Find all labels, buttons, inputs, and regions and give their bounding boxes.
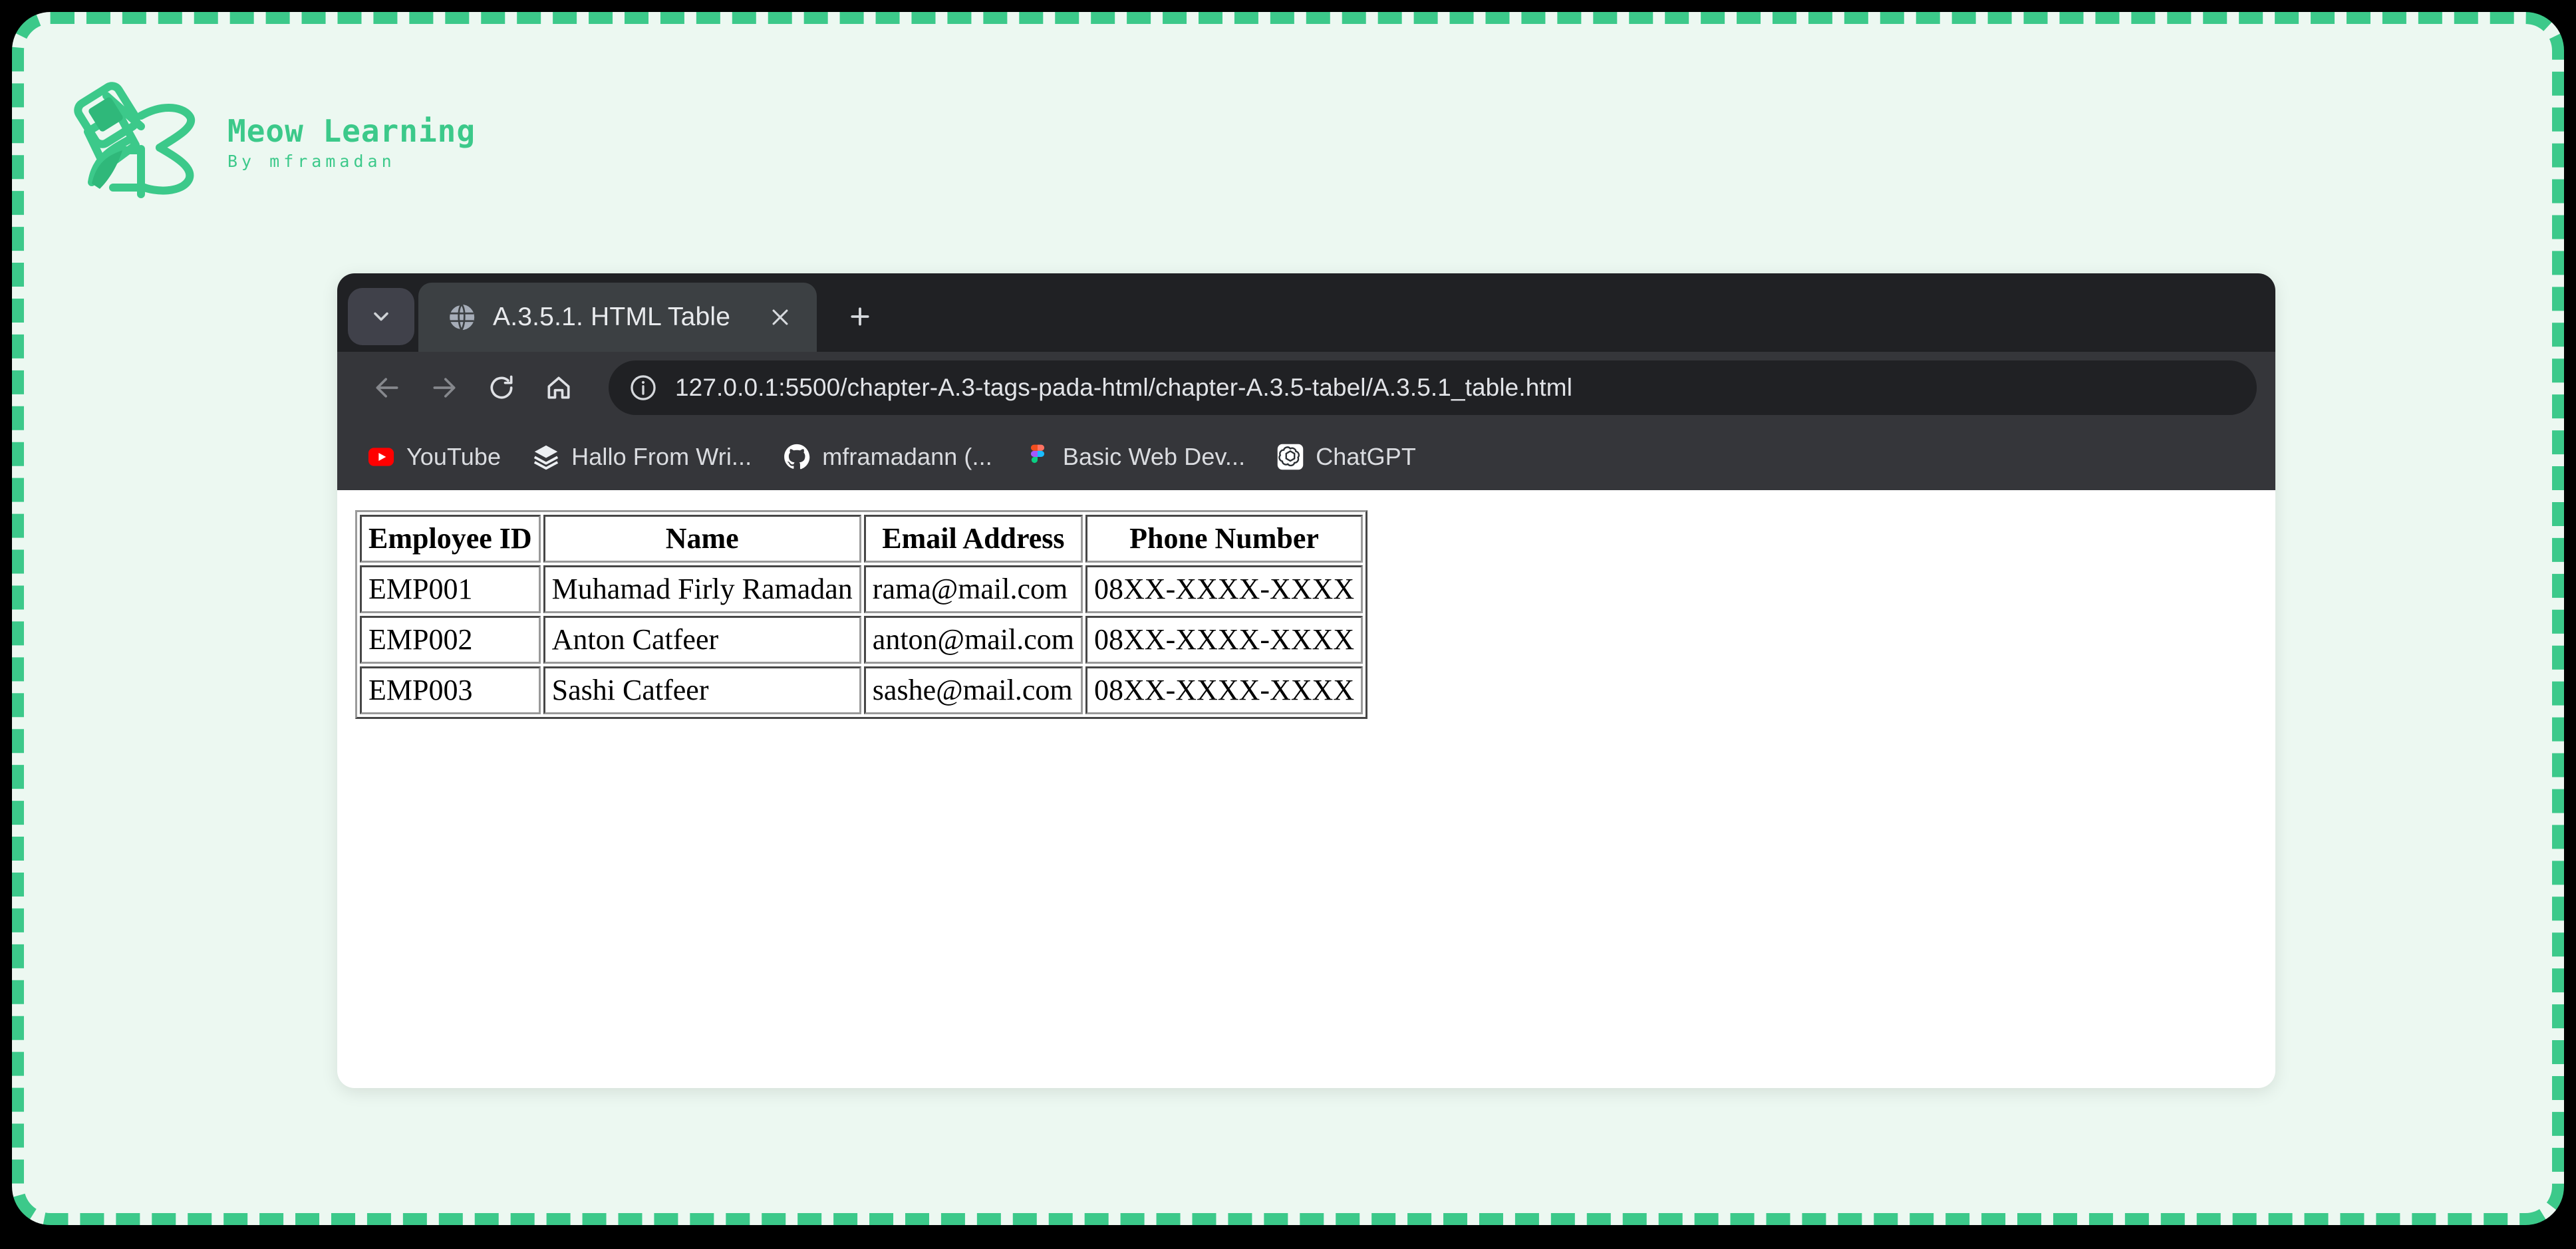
table-head: Employee ID Name Email Address Phone Num… — [360, 515, 1363, 563]
bookmark-label: YouTube — [406, 443, 501, 470]
forward-button[interactable] — [416, 359, 473, 416]
openai-icon — [1277, 444, 1304, 470]
youtube-icon — [368, 448, 394, 466]
bookmark-chatgpt[interactable]: ChatGPT — [1265, 436, 1427, 478]
plus-icon — [851, 307, 869, 326]
browser-tabstrip: A.3.5.1. HTML Table — [337, 273, 2275, 352]
browser-window: A.3.5.1. HTML Table 127.0.0.1:5500/chapt… — [337, 273, 2275, 1088]
chevron-down-icon — [374, 312, 388, 321]
browser-toolbar: 127.0.0.1:5500/chapter-A.3-tags-pada-htm… — [337, 352, 2275, 424]
table-row: EMP001 Muhamad Firly Ramadan rama@mail.c… — [360, 565, 1363, 614]
globe-icon — [448, 303, 475, 331]
table-cell-name: Muhamad Firly Ramadan — [543, 565, 861, 614]
employee-table: Employee ID Name Email Address Phone Num… — [355, 510, 1368, 720]
table-body: EMP001 Muhamad Firly Ramadan rama@mail.c… — [360, 565, 1363, 715]
layers-icon — [534, 445, 559, 470]
bookmark-label: Basic Web Dev... — [1062, 443, 1246, 470]
github-icon — [784, 444, 810, 470]
bookmark-mframadann[interactable]: mframadann (... — [772, 436, 1003, 478]
slide-canvas: Meow Learning By mframadan A.3.5.1. HTML… — [12, 12, 2564, 1225]
home-icon — [547, 376, 570, 399]
table-header-cell: Employee ID — [360, 515, 541, 563]
brand-title: Meow Learning — [227, 112, 476, 149]
reload-button[interactable] — [473, 359, 530, 416]
reload-icon — [490, 375, 513, 399]
bookmark-basic-web-dev[interactable]: Basic Web Dev... — [1012, 436, 1256, 478]
table-header-cell: Email Address — [863, 515, 1083, 563]
table-cell-phone: 08XX-XXXX-XXXX — [1085, 666, 1363, 715]
table-cell-email: rama@mail.com — [863, 565, 1083, 614]
bookmark-label: Hallo From Wri... — [571, 443, 752, 470]
tab-search-button[interactable] — [348, 288, 414, 345]
table-header-cell: Phone Number — [1085, 515, 1363, 563]
table-row: EMP003 Sashi Catfeer sashe@mail.com 08XX… — [360, 666, 1363, 715]
table-cell-name: Sashi Catfeer — [543, 666, 861, 715]
meow-learning-logo-icon — [74, 82, 195, 198]
brand-subtitle: By mframadan — [227, 151, 396, 171]
table-cell-phone: 08XX-XXXX-XXXX — [1085, 616, 1363, 664]
back-button[interactable] — [358, 359, 416, 416]
arrow-left-icon — [376, 378, 398, 398]
page-viewport: Employee ID Name Email Address Phone Num… — [337, 490, 2275, 1020]
bookmark-label: mframadann (... — [822, 443, 992, 470]
table-header-row: Employee ID Name Email Address Phone Num… — [360, 515, 1363, 563]
new-tab-button[interactable] — [834, 291, 886, 343]
bookmarks-bar: YouTube Hallo From Wri... mframadann (..… — [337, 424, 2275, 490]
table-cell-employee-id: EMP001 — [360, 565, 541, 614]
browser-tab[interactable]: A.3.5.1. HTML Table — [418, 283, 817, 352]
table-row: EMP002 Anton Catfeer anton@mail.com 08XX… — [360, 616, 1363, 664]
bookmark-label: ChatGPT — [1316, 443, 1416, 470]
close-icon — [772, 309, 788, 325]
table-cell-phone: 08XX-XXXX-XXXX — [1085, 565, 1363, 614]
arrow-right-icon — [433, 378, 456, 398]
url-text: 127.0.0.1:5500/chapter-A.3-tags-pada-htm… — [675, 374, 1573, 401]
table-cell-employee-id: EMP003 — [360, 666, 541, 715]
tab-title: A.3.5.1. HTML Table — [493, 303, 731, 331]
table-cell-name: Anton Catfeer — [543, 616, 861, 664]
tab-close-button[interactable] — [761, 298, 799, 337]
table-cell-email: anton@mail.com — [863, 616, 1083, 664]
slide-frame: Meow Learning By mframadan A.3.5.1. HTML… — [0, 0, 2576, 1237]
home-button[interactable] — [530, 359, 587, 416]
info-circle-icon[interactable] — [629, 373, 658, 402]
address-bar[interactable]: 127.0.0.1:5500/chapter-A.3-tags-pada-htm… — [609, 360, 2257, 415]
figma-icon — [1030, 444, 1044, 464]
table-cell-email: sashe@mail.com — [863, 666, 1083, 715]
brand-header: Meow Learning By mframadan — [72, 76, 476, 209]
bookmark-hallo-from-wri[interactable]: Hallo From Wri... — [521, 436, 762, 478]
table-cell-employee-id: EMP002 — [360, 616, 541, 664]
table-header-cell: Name — [543, 515, 861, 563]
bookmark-youtube[interactable]: YouTube — [356, 436, 511, 478]
